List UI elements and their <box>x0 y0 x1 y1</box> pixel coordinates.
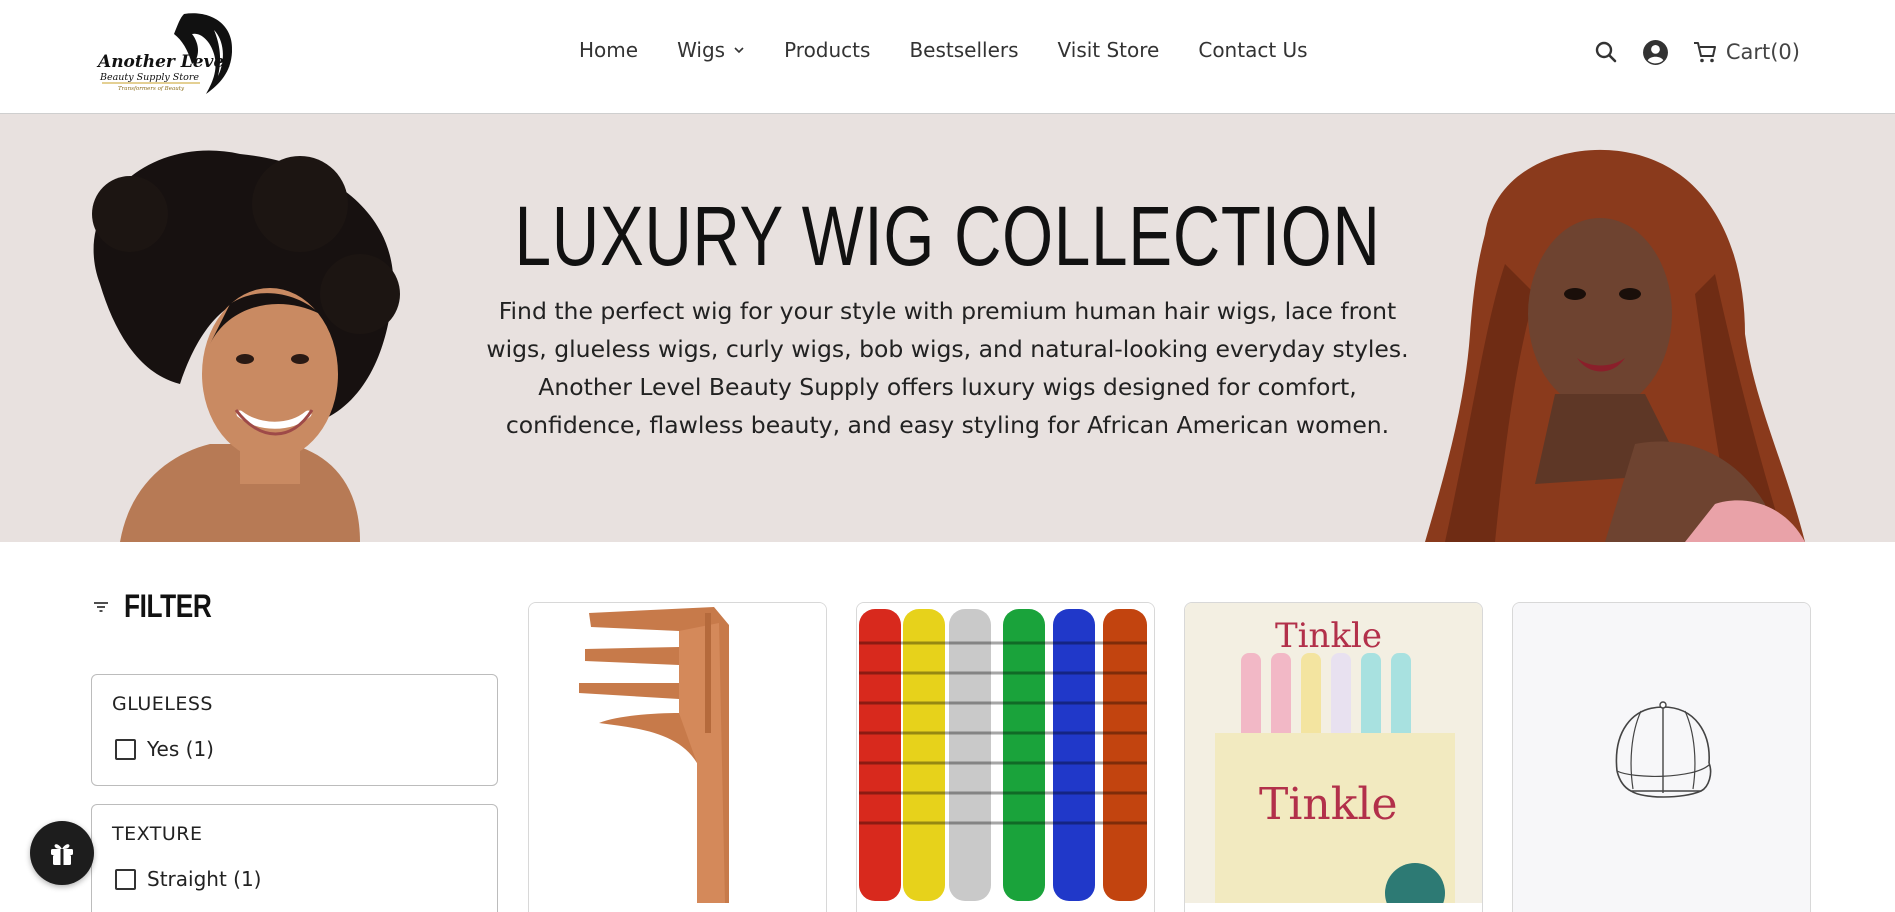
nav-wigs-label: Wigs <box>677 38 726 62</box>
cap-placeholder-image <box>1513 603 1810 903</box>
account-icon[interactable] <box>1642 38 1670 66</box>
hero-description: Find the perfect wig for your style with… <box>480 292 1415 444</box>
product-card[interactable] <box>1512 602 1811 912</box>
filter-group-title: TEXTURE <box>112 823 203 845</box>
chevron-down-icon <box>734 47 744 54</box>
product-card[interactable] <box>528 602 827 912</box>
filter-option-texture-straight[interactable]: Straight (1) <box>115 867 261 891</box>
logo-text-main: Another Level <box>96 52 231 72</box>
main-nav: Home Wigs Products Bestsellers Visit Sto… <box>579 38 1347 62</box>
nav-home-label: Home <box>579 38 639 62</box>
logo-tagline: Transformers of Beauty <box>118 86 185 92</box>
logo-text-sub: Beauty Supply Store <box>99 72 199 83</box>
rewards-gift-button[interactable] <box>30 821 94 885</box>
checkbox[interactable] <box>115 738 136 760</box>
checkbox[interactable] <box>115 868 136 890</box>
comb-product-image <box>529 603 826 903</box>
header-actions: Cart(0) <box>1570 38 1800 66</box>
nav-visit-store[interactable]: Visit Store <box>1058 38 1160 62</box>
hero-line-2: wigs, glueless wigs, curly wigs, bob wig… <box>486 335 1409 363</box>
filter-group-glueless: GLUELESS Yes (1) <box>91 674 498 786</box>
gift-icon <box>51 844 73 865</box>
hero-title: LUXURY WIG COLLECTION <box>514 189 1381 283</box>
filter-group-texture: TEXTURE Straight (1) <box>91 804 498 912</box>
nav-bestsellers[interactable]: Bestsellers <box>909 38 1018 62</box>
filter-group-title: GLUELESS <box>112 693 213 715</box>
filter-icon <box>94 601 108 612</box>
hero-line-4: confidence, flawless beauty, and easy st… <box>505 411 1390 439</box>
filter-option-label: Yes (1) <box>147 737 214 761</box>
hero-banner: LUXURY WIG COLLECTION Find the perfect w… <box>0 114 1895 542</box>
svg-text:Tinkle: Tinkle <box>1275 616 1382 656</box>
filter-header[interactable]: FILTER <box>92 588 231 625</box>
nav-products[interactable]: Products <box>784 38 870 62</box>
product-card[interactable]: Tinkle Tinkle <box>1184 602 1483 912</box>
shaver-product-image: Tinkle Tinkle <box>1185 603 1482 903</box>
nav-bestsellers-label: Bestsellers <box>909 38 1019 62</box>
hero-line-3: Another Level Beauty Supply offers luxur… <box>538 373 1357 401</box>
hero-line-1: Find the perfect wig for your style with… <box>498 297 1397 325</box>
site-header: Another Level Beauty Supply Store Transf… <box>0 0 1895 114</box>
svg-text:Tinkle: Tinkle <box>1259 779 1398 830</box>
filter-option-glueless-yes[interactable]: Yes (1) <box>115 737 214 761</box>
filter-title: FILTER <box>124 588 212 624</box>
cart-button[interactable]: Cart(0) <box>1692 38 1800 66</box>
product-card[interactable] <box>856 602 1155 912</box>
nav-contact-us[interactable]: Contact Us <box>1198 38 1307 62</box>
rollers-product-image <box>857 603 1154 903</box>
store-logo[interactable]: Another Level Beauty Supply Store Transf… <box>96 10 238 98</box>
nav-contact-us-label: Contact Us <box>1198 38 1308 62</box>
search-icon[interactable] <box>1592 38 1620 66</box>
nav-products-label: Products <box>784 38 871 62</box>
nav-visit-store-label: Visit Store <box>1057 38 1160 62</box>
nav-wigs[interactable]: Wigs <box>677 38 745 62</box>
cart-label: Cart(0) <box>1725 40 1800 64</box>
cart-icon <box>1693 42 1716 63</box>
filter-option-label: Straight (1) <box>147 867 262 891</box>
nav-home[interactable]: Home <box>579 38 638 62</box>
